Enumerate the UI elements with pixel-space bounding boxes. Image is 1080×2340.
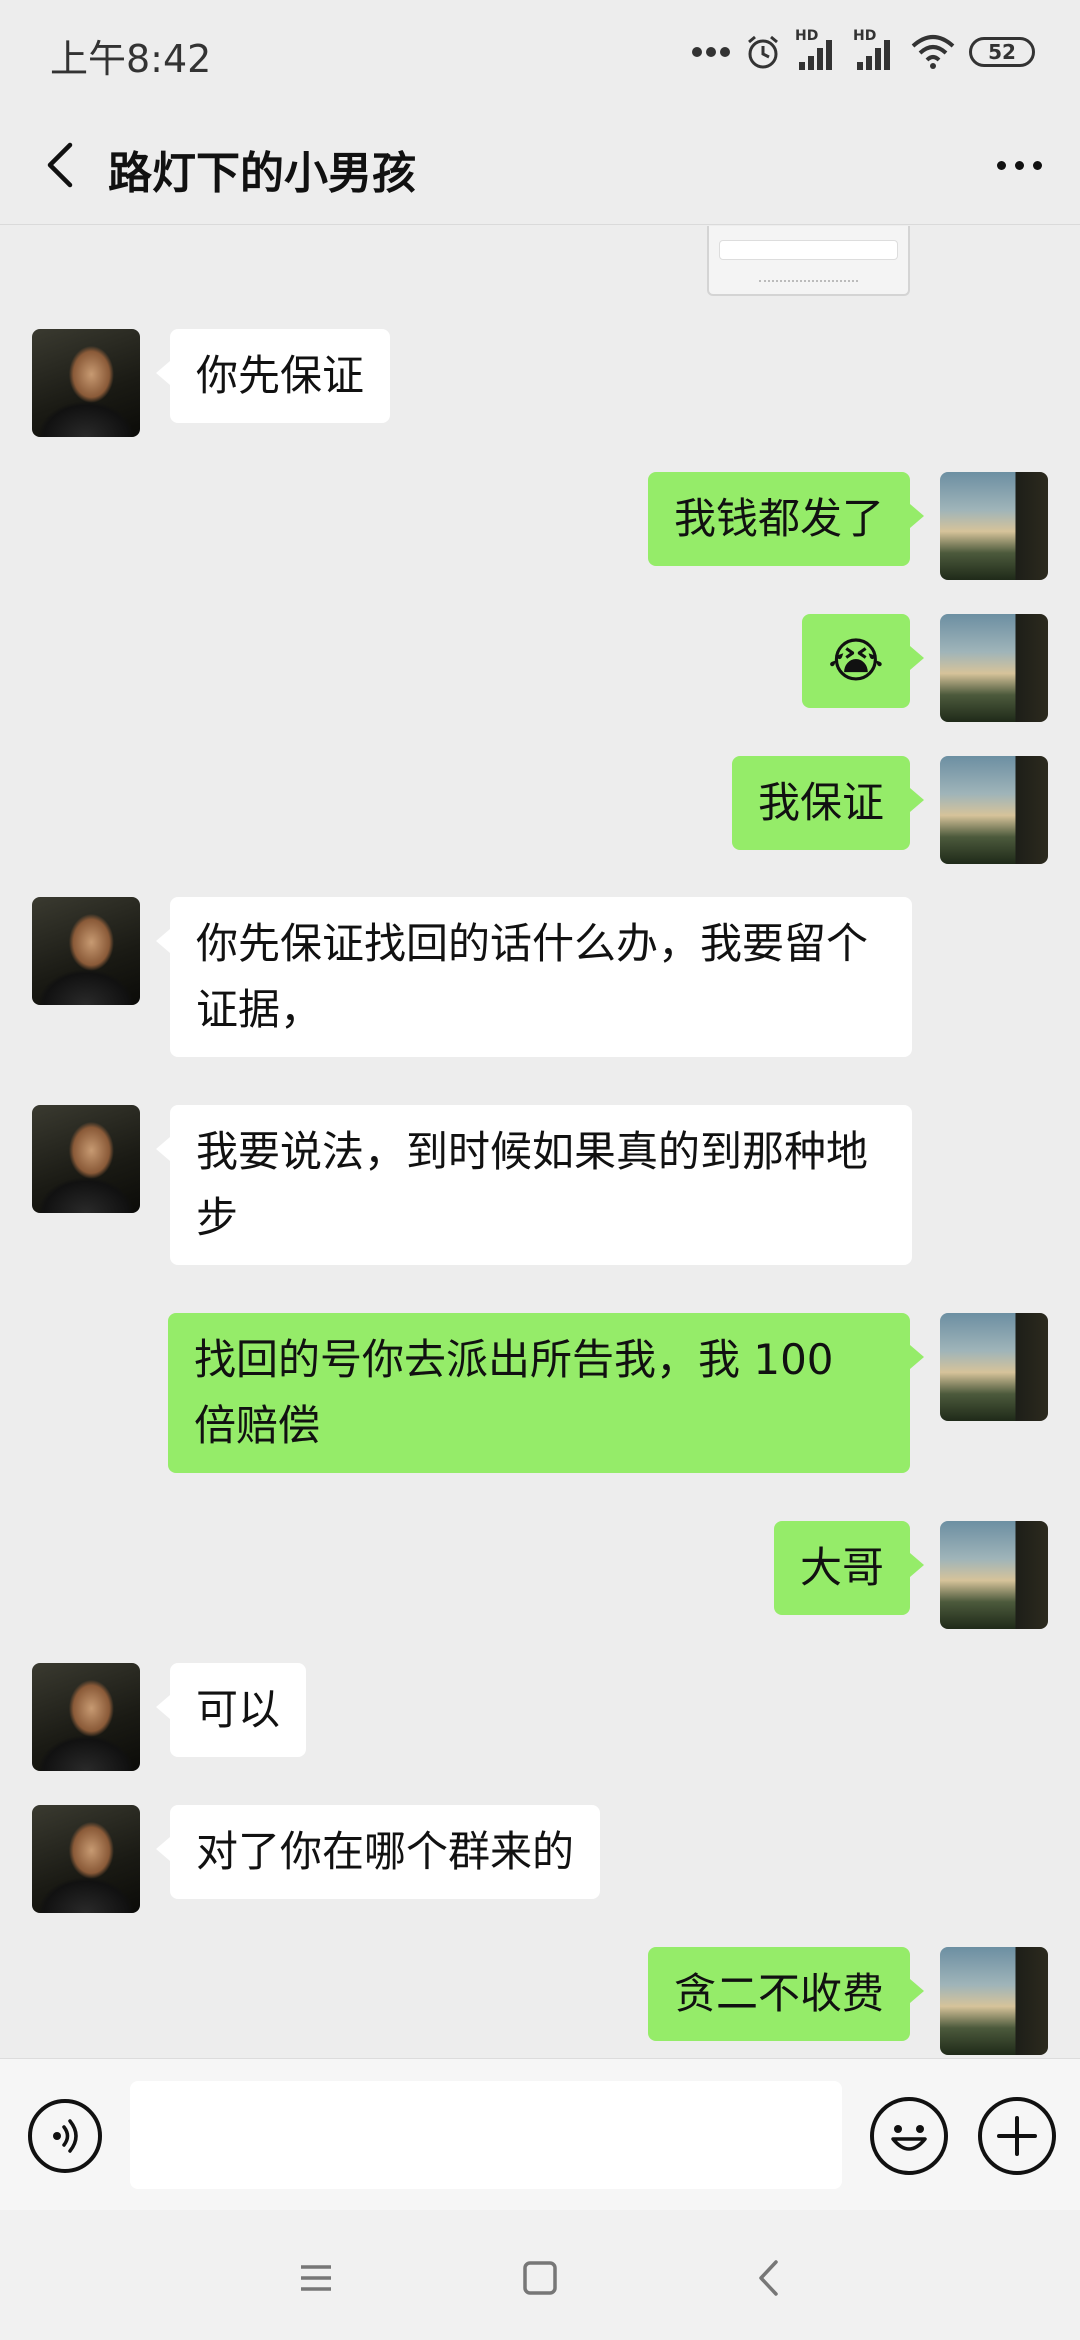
back-button[interactable] <box>28 133 92 197</box>
signal-1: HD <box>795 28 839 72</box>
message-bubble-self[interactable]: 大哥 <box>773 1521 925 1615</box>
more-button[interactable] <box>984 133 1054 197</box>
more-dots-icon <box>692 47 730 57</box>
image-content <box>719 240 898 260</box>
wifi-icon <box>911 35 955 69</box>
more-dot <box>1032 160 1042 170</box>
message-bubble-self[interactable]: 找回的号你去派出所告我，我 100 倍赔偿 <box>168 1313 924 1473</box>
self-avatar[interactable] <box>940 614 1048 722</box>
self-avatar[interactable] <box>940 472 1048 580</box>
voice-button[interactable] <box>28 2099 102 2173</box>
more-dot <box>996 160 1006 170</box>
crying-emoji-icon: 😭 <box>827 633 884 689</box>
message-bubble-self[interactable]: 贪二不收费 <box>647 1947 925 2041</box>
nav-menu-button[interactable] <box>286 2248 346 2308</box>
message-bubble-peer[interactable]: 可以 <box>155 1663 307 1757</box>
status-icons: HD HD 52 <box>691 28 1035 74</box>
battery-level: 52 <box>988 40 1016 64</box>
signal-icon <box>857 40 890 70</box>
peer-avatar[interactable] <box>32 329 140 437</box>
message-bubble-peer[interactable]: 对了你在哪个群来的 <box>155 1805 601 1899</box>
peer-avatar[interactable] <box>32 1805 140 1913</box>
home-square-icon <box>523 2261 557 2295</box>
menu-icon <box>301 2265 331 2291</box>
emoji-icon <box>891 2125 927 2151</box>
message-bubble-peer[interactable]: 你先保证 <box>155 329 391 423</box>
self-avatar[interactable] <box>940 756 1048 864</box>
message-bubble-self[interactable]: 我钱都发了 <box>647 472 925 566</box>
chevron-left-icon <box>47 142 73 188</box>
image-message-partial[interactable] <box>707 226 910 296</box>
image-content <box>759 280 858 286</box>
self-avatar[interactable] <box>940 1313 1048 1421</box>
more-dot <box>1014 160 1024 170</box>
plus-icon <box>997 2116 1037 2156</box>
system-nav-bar <box>0 2210 1080 2340</box>
nav-home-button[interactable] <box>510 2248 570 2308</box>
alarm-icon <box>748 35 778 69</box>
signal-2: HD <box>853 28 897 72</box>
peer-avatar[interactable] <box>32 1105 140 1213</box>
emoji-button[interactable] <box>870 2097 948 2175</box>
chat-header: 路灯下的小男孩 <box>0 105 1080 225</box>
voice-icon <box>53 2119 78 2153</box>
chat-title: 路灯下的小男孩 <box>108 148 416 199</box>
message-bubble-peer[interactable]: 你先保证找回的话什么办，我要留个证据， <box>156 897 912 1057</box>
signal-icon <box>799 40 832 70</box>
back-triangle-icon <box>759 2260 778 2296</box>
message-bubble-self[interactable]: 😭 <box>801 614 925 708</box>
input-bar <box>0 2058 1080 2210</box>
plus-button[interactable] <box>978 2097 1056 2175</box>
status-time: 上午8:42 <box>50 37 212 81</box>
self-avatar[interactable] <box>940 1521 1048 1629</box>
status-bar: 上午8:42 HD HD 52 <box>0 0 1080 105</box>
battery-icon: 52 <box>969 37 1035 67</box>
peer-avatar[interactable] <box>32 1663 140 1771</box>
nav-back-button[interactable] <box>738 2248 798 2308</box>
peer-avatar[interactable] <box>32 897 140 1005</box>
message-input[interactable] <box>130 2081 842 2189</box>
message-bubble-peer[interactable]: 我要说法，到时候如果真的到那种地步 <box>156 1105 912 1265</box>
self-avatar[interactable] <box>940 1947 1048 2055</box>
message-bubble-self[interactable]: 我保证 <box>731 756 925 850</box>
